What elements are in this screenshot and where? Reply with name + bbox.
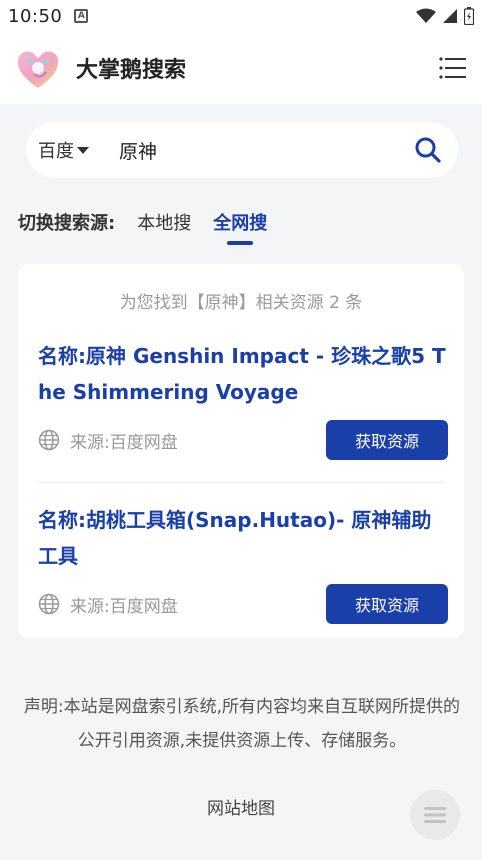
globe-icon bbox=[38, 429, 60, 451]
menu-icon bbox=[424, 807, 446, 823]
status-icons bbox=[416, 7, 474, 25]
tab-local-search[interactable]: 本地搜 bbox=[137, 209, 191, 235]
search-icon bbox=[415, 137, 441, 163]
floating-menu-button[interactable] bbox=[410, 790, 460, 840]
search-button[interactable] bbox=[412, 134, 444, 166]
disclaimer-text: 声明:本站是网盘索引系统,所有内容均来自互联网所提供的公开引用资源,未提供资源上… bbox=[23, 697, 461, 751]
caret-down-icon bbox=[77, 146, 89, 154]
result-meta: 来源:百度网盘 获取资源 bbox=[38, 584, 448, 624]
search-bar: 百度 bbox=[26, 122, 458, 178]
result-item: 名称:胡桃工具箱(Snap.Hutao)- 原神辅助工具 来源:百度网盘 获取资… bbox=[38, 502, 448, 624]
site-title: 大掌鹅搜索 bbox=[76, 58, 187, 83]
result-divider bbox=[38, 482, 444, 483]
result-source: 来源:百度网盘 bbox=[70, 432, 178, 453]
battery-icon bbox=[464, 7, 474, 25]
notification-icon: A bbox=[74, 9, 89, 23]
result-meta: 来源:百度网盘 获取资源 bbox=[38, 420, 448, 460]
result-title[interactable]: 名称:胡桃工具箱(Snap.Hutao)- 原神辅助工具 bbox=[38, 502, 448, 574]
status-bar: 10:50 A bbox=[0, 0, 482, 32]
source-switch-label: 切换搜索源: bbox=[18, 213, 116, 234]
wifi-icon bbox=[416, 8, 436, 23]
signal-icon bbox=[443, 9, 457, 23]
logo-icon[interactable] bbox=[14, 44, 62, 92]
get-resource-button[interactable]: 获取资源 bbox=[326, 420, 448, 460]
menu-button[interactable] bbox=[438, 53, 468, 83]
result-title[interactable]: 名称:原神 Genshin Impact - 珍珠之歌5 The Shimmer… bbox=[38, 338, 448, 410]
globe-icon bbox=[38, 593, 60, 615]
search-engine-label: 百度 bbox=[38, 141, 74, 162]
result-source: 来源:百度网盘 bbox=[70, 596, 178, 617]
results-card: 为您找到【原神】相关资源 2 条 名称:原神 Genshin Impact - … bbox=[18, 264, 464, 638]
tab-web-search[interactable]: 全网搜 bbox=[213, 209, 267, 245]
menu-icon bbox=[439, 57, 466, 79]
results-summary: 为您找到【原神】相关资源 2 条 bbox=[119, 293, 363, 313]
status-time: 10:50 bbox=[8, 5, 63, 27]
search-engine-select[interactable]: 百度 bbox=[38, 137, 89, 163]
result-item: 名称:原神 Genshin Impact - 珍珠之歌5 The Shimmer… bbox=[38, 338, 448, 460]
sitemap-link-label[interactable]: 网站地图 bbox=[207, 799, 275, 819]
app-header: 大掌鹅搜索 bbox=[0, 32, 482, 104]
source-switch: 切换搜索源: 本地搜 全网搜 bbox=[18, 206, 267, 245]
search-input[interactable] bbox=[119, 139, 412, 161]
get-resource-button[interactable]: 获取资源 bbox=[326, 584, 448, 624]
